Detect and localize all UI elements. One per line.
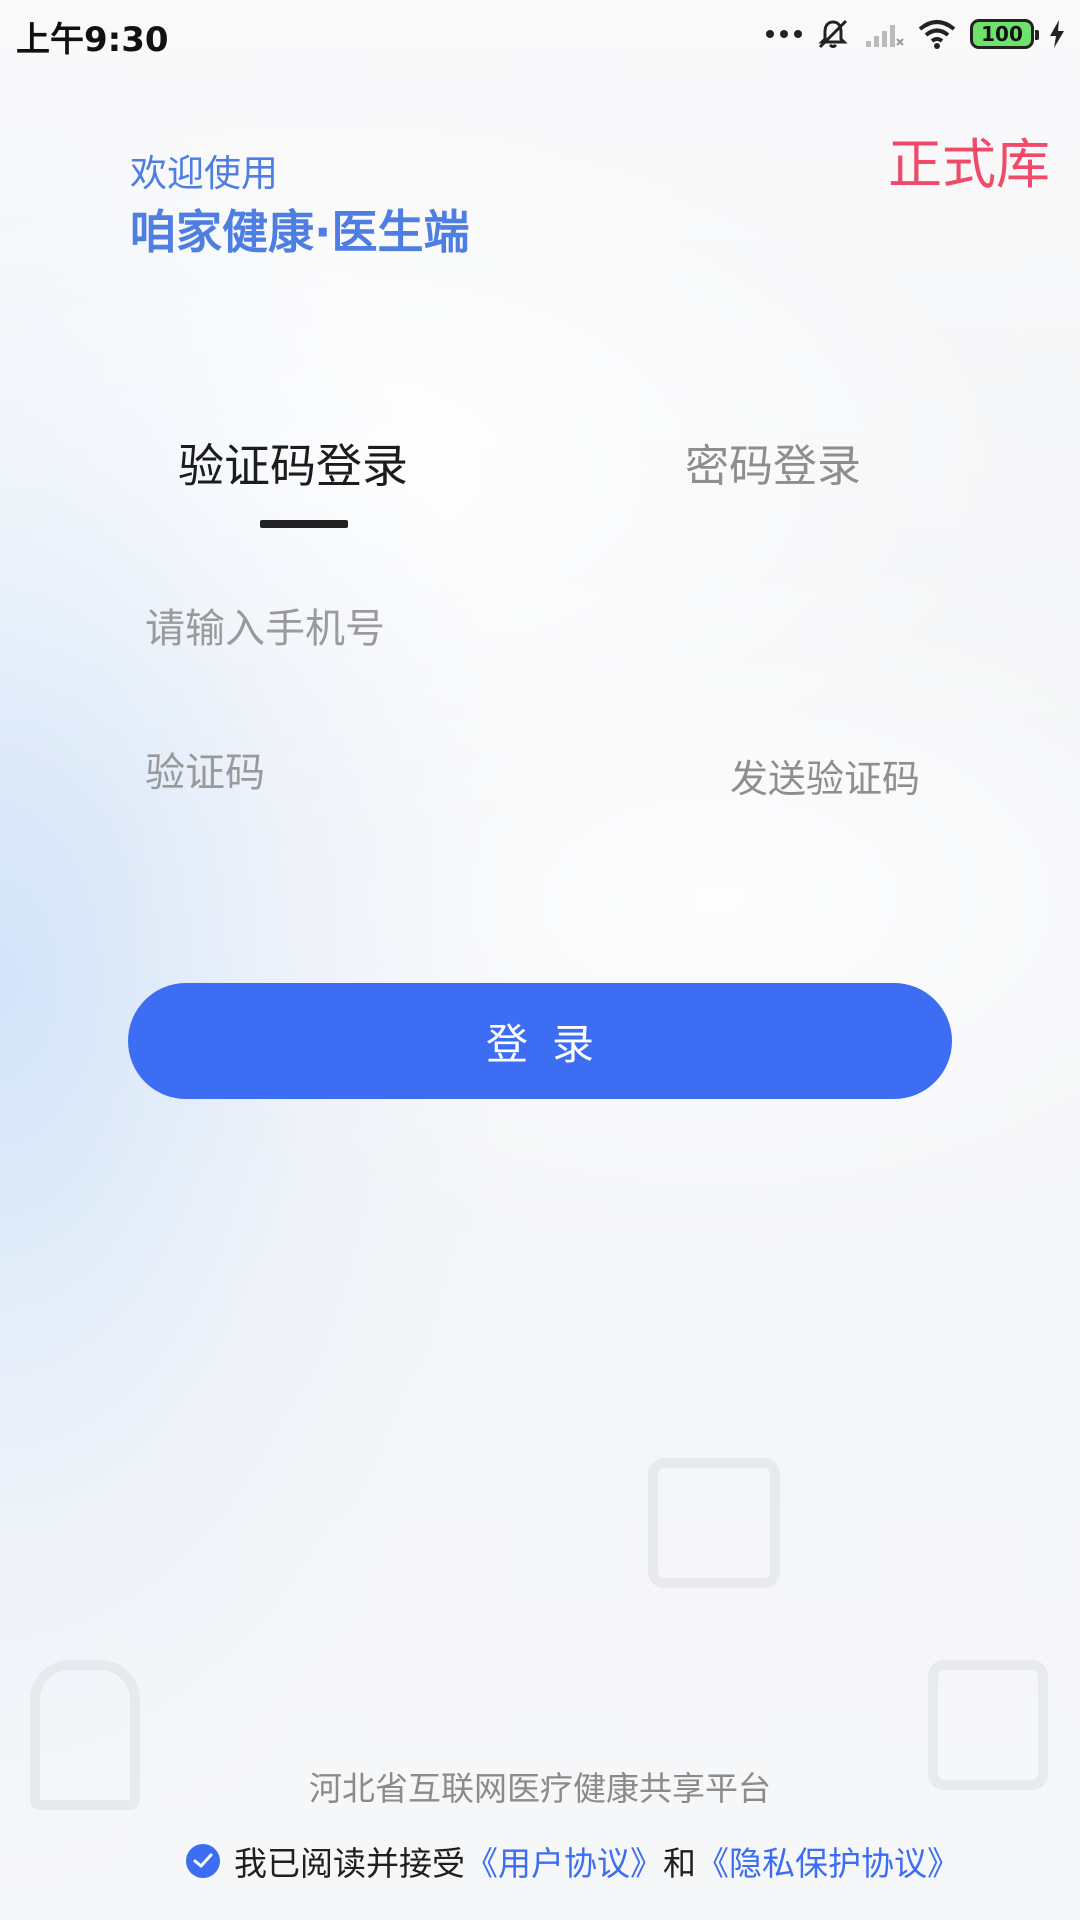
- send-code-button[interactable]: 发送验证码: [730, 748, 920, 803]
- verification-code-input[interactable]: [145, 746, 645, 800]
- tab-sms-login[interactable]: 验证码登录: [178, 430, 408, 496]
- mute-icon: [818, 19, 848, 49]
- platform-name: 河北省互联网医疗健康共享平台: [309, 1769, 771, 1808]
- agreement-prefix: 我已阅读并接受: [234, 1844, 465, 1883]
- charging-icon: [1050, 20, 1064, 48]
- privacy-agreement-link[interactable]: 《隐私保护协议》: [696, 1837, 960, 1885]
- agreement-checkbox[interactable]: [186, 1844, 220, 1878]
- environment-badge: 正式库: [888, 133, 1050, 196]
- login-button[interactable]: 登录: [128, 983, 952, 1099]
- check-icon: [193, 1853, 213, 1868]
- agreement-row: 我已阅读并接受 《用户协议》 和 《隐私保护协议》: [186, 1837, 960, 1885]
- status-bar: 上午9:30 100: [0, 0, 1080, 70]
- battery-level: 100: [981, 22, 1023, 46]
- phone-input[interactable]: [145, 602, 925, 656]
- status-time: 上午9:30: [16, 20, 169, 60]
- agreement-and: 和: [663, 1844, 696, 1883]
- app-name: 咱家健康·医生端: [130, 205, 470, 259]
- wifi-icon: [918, 20, 956, 49]
- more-dots-icon: [766, 30, 802, 38]
- tab-password-login[interactable]: 密码登录: [685, 430, 861, 494]
- welcome-text: 欢迎使用: [130, 152, 278, 195]
- status-icons: 100: [766, 12, 1066, 56]
- battery-icon: 100: [970, 19, 1039, 49]
- signal-icon: [866, 25, 904, 47]
- active-tab-indicator: [260, 520, 348, 528]
- user-agreement-link[interactable]: 《用户协议》: [465, 1837, 663, 1885]
